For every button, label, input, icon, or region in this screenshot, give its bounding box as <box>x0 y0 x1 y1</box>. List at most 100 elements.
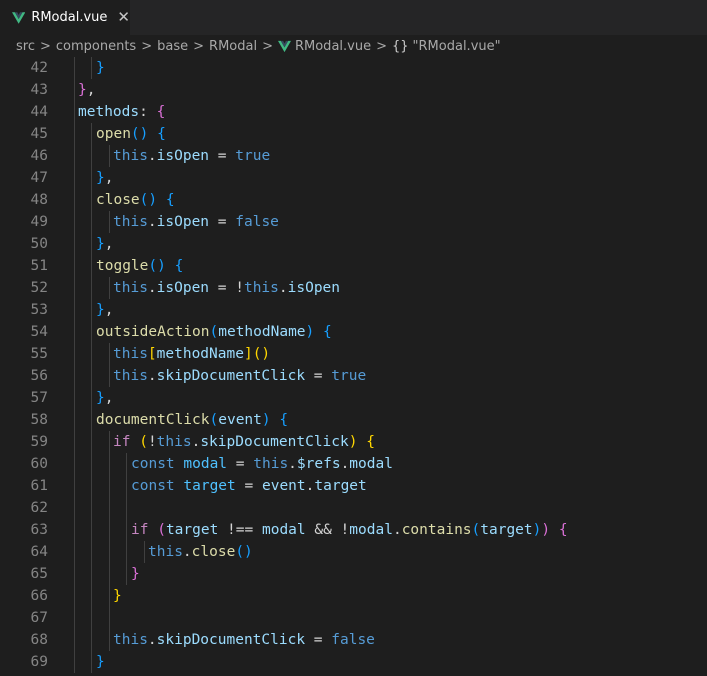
code-line[interactable]: 69} <box>0 651 707 673</box>
code-token: contains <box>401 522 472 538</box>
code-token: . <box>147 368 157 384</box>
code-line[interactable]: 58 documentClick(event) { <box>0 409 707 431</box>
code-line[interactable]: 43}, <box>0 79 707 101</box>
line-number: 49 <box>30 214 48 230</box>
code-token: () <box>148 258 166 274</box>
indent-guide <box>74 365 75 387</box>
breadcrumb-item-components[interactable]: components <box>56 39 136 54</box>
code-line[interactable]: 54 outsideAction(methodName) { <box>0 321 707 343</box>
tab-label: RModal.vue <box>31 10 108 25</box>
code-line[interactable]: 44 methods: { <box>0 101 707 123</box>
code-token: this <box>113 346 148 362</box>
close-icon[interactable]: ✕ <box>117 10 130 25</box>
indent-guide <box>91 167 92 189</box>
code-token: documentClick <box>96 412 210 428</box>
breadcrumb-item-rmodal-folder[interactable]: RModal <box>209 39 257 54</box>
code-line[interactable]: 45 open() { <box>0 123 707 145</box>
code-line[interactable]: 64 this.close() <box>0 541 707 563</box>
code-token: [ <box>147 346 157 362</box>
breadcrumb-item-file[interactable]: RModal.vue <box>295 39 371 54</box>
code-line[interactable]: 67 <box>0 607 707 629</box>
code-line[interactable]: 56 this.skipDocumentClick = true <box>0 365 707 387</box>
code-line[interactable]: 46 this.isOpen = true <box>0 145 707 167</box>
code-line[interactable]: 49 this.isOpen = false <box>0 211 707 233</box>
indent-guide <box>109 475 110 497</box>
code-line[interactable]: 59 if (!this.skipDocumentClick) { <box>0 431 707 453</box>
code-line[interactable]: 57}, <box>0 387 707 409</box>
code-text: } <box>96 651 105 673</box>
code-line[interactable]: 51 toggle() { <box>0 255 707 277</box>
code-text: open() { <box>96 123 166 145</box>
breadcrumb-item-symbol[interactable]: "RModal.vue" <box>413 39 501 54</box>
code-line[interactable]: 61 const target = event.target <box>0 475 707 497</box>
code-line[interactable]: 53}, <box>0 299 707 321</box>
indent-guide <box>126 541 127 563</box>
braces-icon: {} <box>392 38 409 54</box>
indent-guide <box>126 497 127 519</box>
code-token: , <box>104 390 114 406</box>
code-token: . <box>147 280 157 296</box>
code-line[interactable]: 48 close() { <box>0 189 707 211</box>
code-token: open <box>96 126 131 142</box>
code-editor[interactable]: 42} 43}, 44 methods: {45 open() {46 this.isOp… <box>0 57 707 676</box>
code-token: this <box>113 148 148 164</box>
code-line[interactable]: 68 this.skipDocumentClick = false <box>0 629 707 651</box>
code-token: event <box>261 478 306 494</box>
code-line[interactable]: 55 this[methodName]() <box>0 343 707 365</box>
code-token: skipDocumentClick <box>200 434 349 450</box>
code-token: isOpen <box>156 214 210 230</box>
code-token: this <box>113 632 148 648</box>
breadcrumb-item-base[interactable]: base <box>157 39 188 54</box>
code-token: . <box>147 632 157 648</box>
code-token: modal <box>261 522 306 538</box>
code-line[interactable]: 63 if (target !== modal && !modal.contain… <box>0 519 707 541</box>
indent-guide <box>91 255 92 277</box>
indent-guide <box>91 497 92 519</box>
line-number: 48 <box>30 192 48 208</box>
code-token: . <box>288 456 297 472</box>
line-number: 68 <box>30 632 48 648</box>
code-token: : <box>139 104 157 120</box>
indent-guide <box>91 585 92 607</box>
indent-guide <box>126 453 127 475</box>
code-line[interactable]: 50}, <box>0 233 707 255</box>
code-line[interactable]: 66} <box>0 585 707 607</box>
code-token: false <box>331 632 375 648</box>
code-token: } <box>96 390 105 406</box>
line-number: 66 <box>30 588 48 604</box>
code-token: , <box>104 302 114 318</box>
tab-rmodal-vue[interactable]: RModal.vue ✕ <box>0 0 130 35</box>
code-line[interactable]: 65} <box>0 563 707 585</box>
code-token: event <box>218 412 262 428</box>
code-token: = <box>227 456 254 472</box>
code-text: const modal = this.$refs.modal <box>131 453 393 475</box>
code-token: } <box>96 654 105 670</box>
indent-guide <box>91 277 92 299</box>
indent-guide <box>91 57 92 79</box>
indent-guide <box>74 145 75 167</box>
indent-guide <box>91 431 92 453</box>
code-token: modal <box>183 456 228 472</box>
code-line[interactable]: 42} <box>0 57 707 79</box>
code-line[interactable]: 62 <box>0 497 707 519</box>
code-token: { <box>174 258 184 274</box>
indent-guide <box>74 607 75 629</box>
line-number: 67 <box>30 610 48 626</box>
code-line[interactable]: 60 const modal = this.$refs.modal <box>0 453 707 475</box>
chevron-right-icon: > <box>141 38 153 54</box>
code-token: } <box>78 82 87 98</box>
code-line[interactable]: 52 this.isOpen = !this.isOpen <box>0 277 707 299</box>
indent-guide <box>74 431 75 453</box>
code-token: methodName <box>218 324 306 340</box>
breadcrumb-item-src[interactable]: src <box>16 39 35 54</box>
indent-guide <box>109 365 110 387</box>
code-text: } <box>131 563 140 585</box>
indent-guide <box>74 343 75 365</box>
code-token: } <box>113 588 122 604</box>
code-text: outsideAction(methodName) { <box>96 321 332 343</box>
indent-guide <box>74 233 75 255</box>
code-line[interactable]: 47}, <box>0 167 707 189</box>
code-text: documentClick(event) { <box>96 409 288 431</box>
